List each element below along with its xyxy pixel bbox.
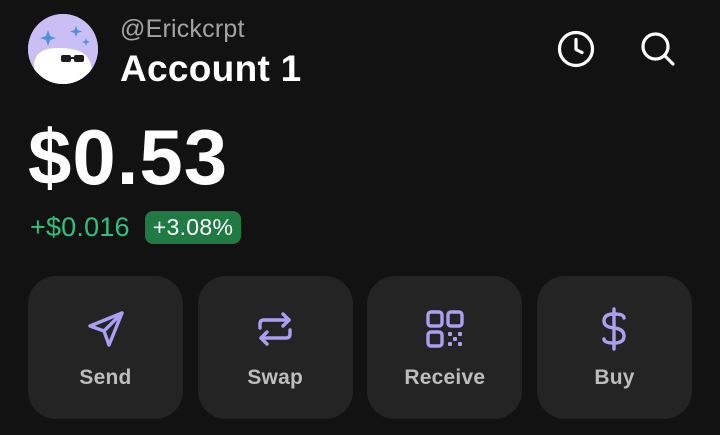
balance-change-percent-badge: +3.08% bbox=[144, 210, 242, 244]
buy-label: Buy bbox=[594, 366, 635, 389]
account-name[interactable]: Account 1 bbox=[120, 48, 302, 90]
qr-code-icon bbox=[422, 306, 468, 352]
ghost-avatar-icon bbox=[28, 14, 98, 84]
search-icon bbox=[641, 32, 675, 66]
swap-icon bbox=[252, 306, 298, 352]
total-balance: $0.53 bbox=[28, 113, 229, 201]
send-icon bbox=[83, 306, 129, 352]
balance-change-row: +$0.016 +3.08% bbox=[30, 208, 242, 246]
history-button[interactable] bbox=[555, 28, 597, 70]
send-label: Send bbox=[79, 366, 132, 389]
wallet-home-screen: @Erickcrpt Account 1 $0.53 +$0.016 +3.08… bbox=[0, 0, 720, 435]
swap-button[interactable]: Swap bbox=[197, 276, 353, 419]
buy-button[interactable]: Buy bbox=[536, 276, 692, 419]
dollar-icon bbox=[591, 306, 637, 352]
clock-icon bbox=[557, 30, 595, 68]
send-button[interactable]: Send bbox=[28, 276, 183, 419]
account-avatar[interactable] bbox=[28, 14, 98, 84]
account-handle: @Erickcrpt bbox=[120, 15, 245, 43]
balance-change-amount: +$0.016 bbox=[30, 211, 130, 242]
receive-button[interactable]: Receive bbox=[367, 276, 523, 419]
search-button[interactable] bbox=[637, 28, 679, 70]
action-buttons: Send Swap Receive Buy bbox=[28, 276, 692, 419]
swap-label: Swap bbox=[247, 366, 303, 389]
receive-label: Receive bbox=[404, 366, 486, 389]
